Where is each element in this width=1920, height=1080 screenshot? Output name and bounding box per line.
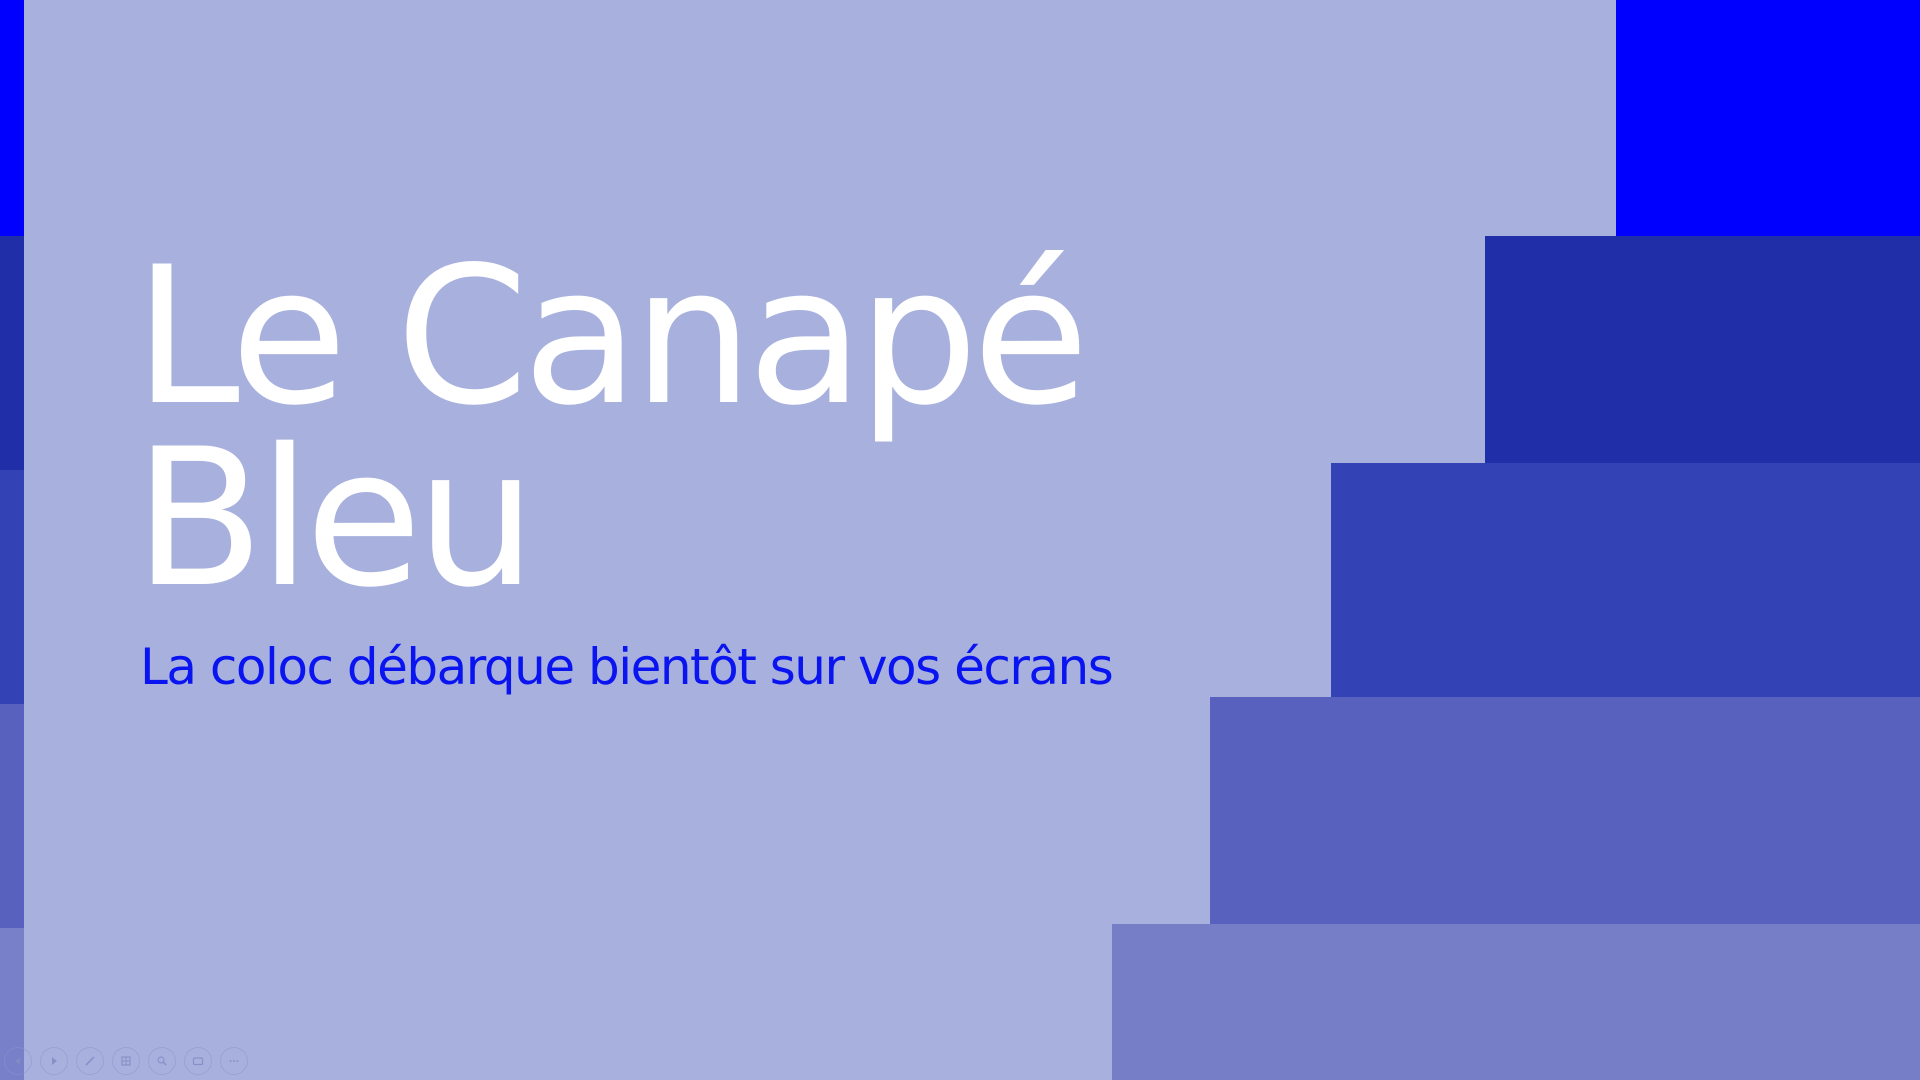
presentation-slide: Le Canapé Bleu La coloc débarque bientôt… xyxy=(0,0,1920,1080)
subtitles-icon[interactable] xyxy=(184,1047,212,1075)
slides-grid-icon[interactable] xyxy=(112,1047,140,1075)
slide-title-line-2: Bleu xyxy=(134,408,536,629)
left-accent-block-3 xyxy=(0,470,24,704)
left-accent-block-2 xyxy=(0,236,24,470)
right-step-block-4 xyxy=(1210,697,1920,924)
zoom-icon[interactable] xyxy=(148,1047,176,1075)
right-step-block-1 xyxy=(1616,0,1920,236)
next-slide-icon[interactable] xyxy=(40,1047,68,1075)
more-options-icon[interactable] xyxy=(220,1047,248,1075)
slide-title: Le Canapé Bleu xyxy=(134,242,1089,614)
slide-subtitle: La coloc débarque bientôt sur vos écrans xyxy=(140,638,1114,696)
presentation-controls xyxy=(4,1046,248,1076)
left-accent-block-4 xyxy=(0,704,24,928)
right-step-block-5 xyxy=(1112,924,1920,1080)
pen-icon[interactable] xyxy=(76,1047,104,1075)
previous-slide-icon[interactable] xyxy=(4,1047,32,1075)
right-step-block-3 xyxy=(1331,463,1920,697)
right-step-block-2 xyxy=(1485,236,1920,463)
left-accent-block-1 xyxy=(0,0,24,236)
